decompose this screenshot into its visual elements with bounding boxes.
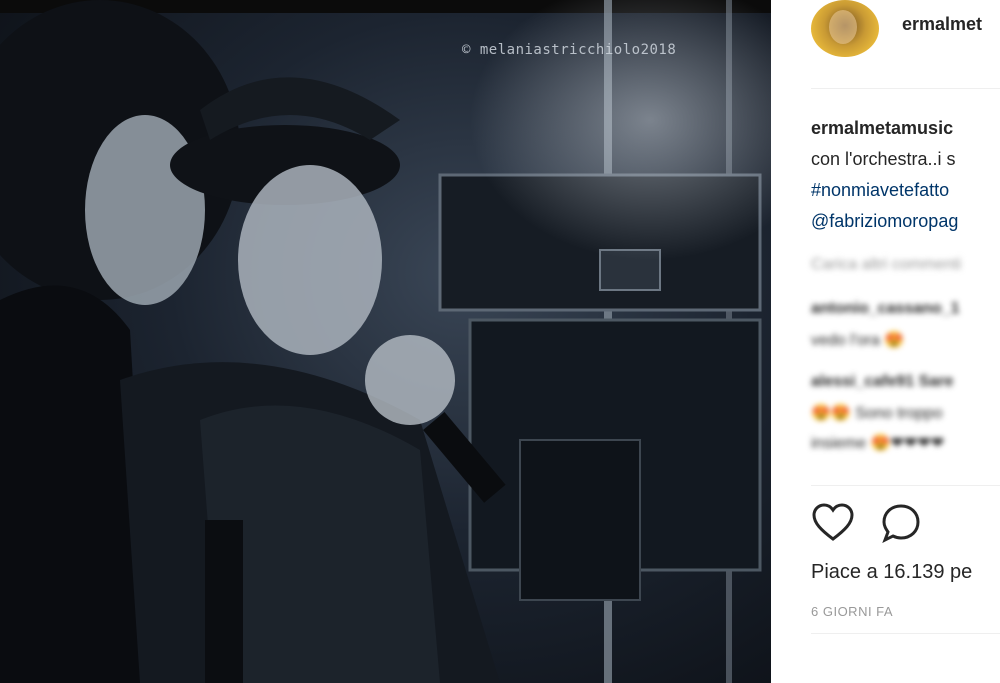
post-username[interactable]: ermalmet	[902, 14, 982, 35]
avatar-face-icon	[829, 10, 857, 44]
likes-count[interactable]: Piace a 16.139 pe	[811, 561, 972, 584]
comment-text-2: 😍😍 Sono troppo	[811, 405, 943, 422]
photo-watermark: © melaniastricchiolo2018	[462, 42, 677, 58]
comment-user-1[interactable]: antonio_cassano_1	[811, 300, 960, 318]
comment-text-3: insieme 😍❤❤❤❤	[811, 435, 945, 452]
caption-line-1: con l'orchestra..i s	[811, 149, 956, 169]
caption-mention[interactable]: @fabriziomoropag	[811, 211, 958, 232]
header-divider	[811, 88, 1000, 89]
photo-scene	[0, 0, 771, 683]
post-photo[interactable]: © melaniastricchiolo2018	[0, 0, 771, 683]
comment-bubble-icon[interactable]	[881, 503, 921, 543]
footer-divider	[811, 633, 1000, 634]
comment-text-1: vedo l'ora 😍	[811, 332, 905, 349]
load-more-comments[interactable]: Carica altri commenti	[811, 256, 961, 274]
post-timestamp: 6 GIORNI FA	[811, 604, 894, 619]
actions-divider	[811, 485, 1000, 486]
heart-icon[interactable]	[811, 503, 855, 543]
comment-user-2[interactable]: alessi_cafe91 Sare	[811, 373, 953, 391]
caption-username[interactable]: ermalmetamusic	[811, 118, 953, 139]
post-side-panel: ermalmet ermalmetamusic con l'orchestra.…	[771, 0, 1000, 683]
caption-hashtag[interactable]: #nonmiavetefatto	[811, 180, 949, 201]
